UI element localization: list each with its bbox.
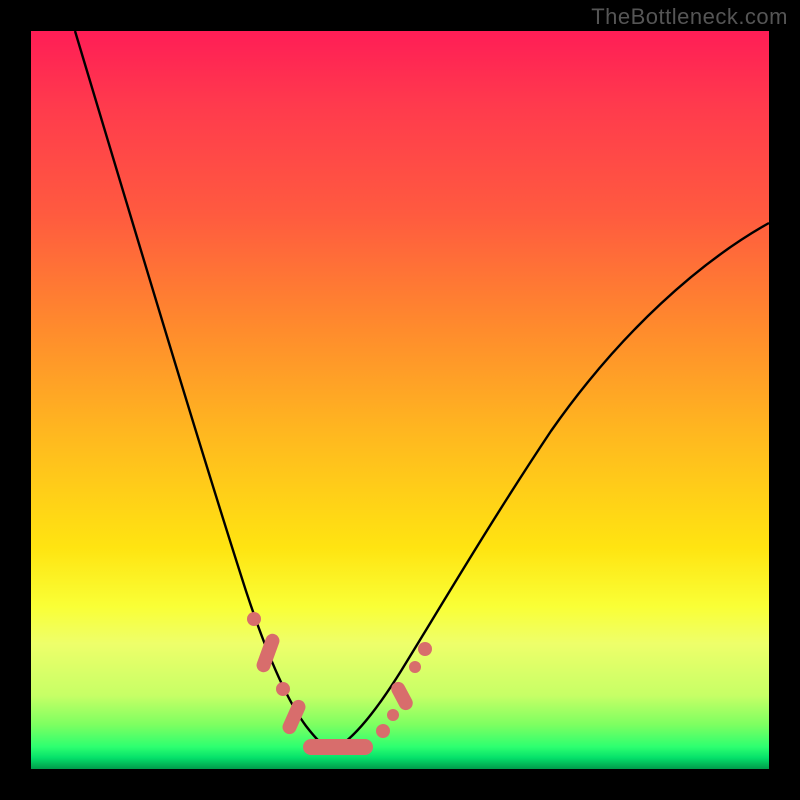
watermark-text: TheBottleneck.com	[591, 4, 788, 30]
curve-layer	[31, 31, 769, 769]
valley-marker-band	[247, 612, 432, 755]
chart-frame: TheBottleneck.com	[0, 0, 800, 800]
curve-left-branch	[75, 31, 331, 751]
curve-right-branch	[331, 223, 769, 751]
plot-area	[31, 31, 769, 769]
